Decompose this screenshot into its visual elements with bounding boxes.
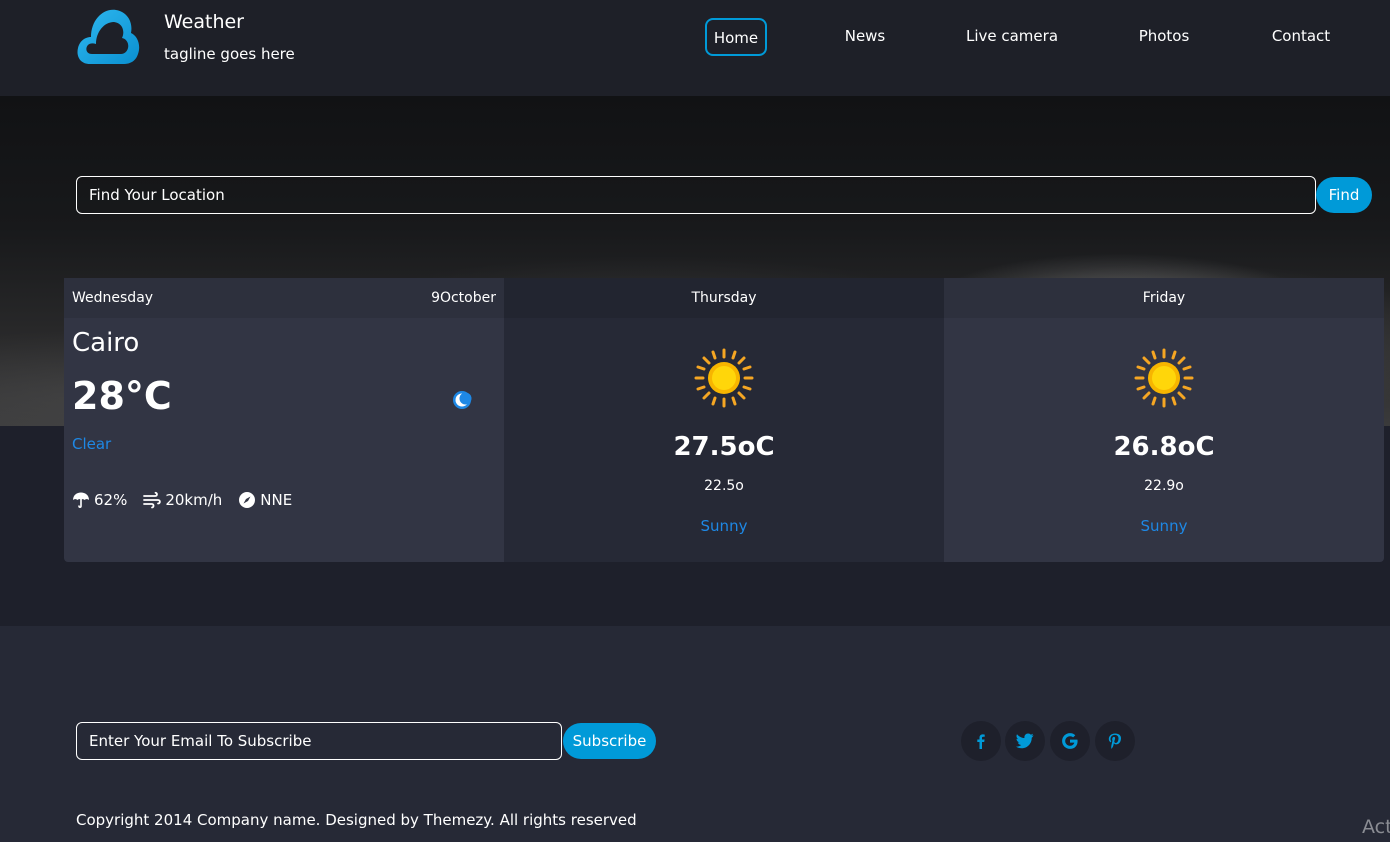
today-day: Wednesday	[72, 290, 154, 306]
subscribe-button[interactable]: Subscribe	[563, 723, 656, 759]
forecast-day: Friday	[1142, 290, 1186, 306]
humidity-stat: 62%	[72, 491, 127, 509]
site-title: Weather	[164, 11, 244, 33]
nav-photos[interactable]: Photos	[1130, 18, 1198, 56]
google-icon	[1062, 733, 1078, 749]
copyright-text: Copyright 2014 Company name. Designed by…	[76, 811, 637, 829]
nav-home[interactable]: Home	[705, 18, 767, 56]
wind-direction-stat: NNE	[238, 491, 292, 509]
forecast-card-thursday: Thursday 27.5oC 22.5o Sunny	[504, 278, 944, 562]
card-header: Wednesday 9October	[64, 278, 504, 318]
forecast-min-temp: 22.9o	[1144, 478, 1184, 494]
sun-icon	[694, 348, 754, 408]
forecast-min-temp: 22.5o	[704, 478, 744, 494]
humidity-value: 62%	[94, 491, 128, 509]
pinterest-icon	[1108, 733, 1121, 749]
cloud-logo-icon[interactable]	[76, 6, 140, 68]
wind-speed-value: 20km/h	[165, 491, 223, 509]
current-temperature: 28°C	[72, 374, 172, 418]
nav-contact[interactable]: Contact	[1264, 18, 1338, 56]
location-search-input[interactable]	[76, 176, 1316, 214]
card-header: Thursday	[504, 278, 944, 318]
forecast-max-temp: 27.5oC	[673, 432, 775, 462]
city-name: Cairo	[72, 328, 140, 358]
pinterest-link[interactable]	[1095, 721, 1135, 761]
watermark-text: Act	[1362, 816, 1390, 838]
site-tagline: tagline goes here	[164, 45, 295, 63]
subscribe-email-input[interactable]	[76, 722, 562, 760]
twitter-icon	[1016, 733, 1034, 749]
find-button[interactable]: Find	[1316, 177, 1372, 213]
umbrella-icon	[73, 492, 89, 508]
google-link[interactable]	[1050, 721, 1090, 761]
card-header: Friday	[944, 278, 1384, 318]
forecast-day: Thursday	[691, 290, 757, 306]
forecast-condition: Sunny	[700, 517, 748, 535]
forecast-card-friday: Friday 26.8oC 22.9o Sunny	[944, 278, 1384, 562]
nav-news[interactable]: News	[836, 18, 894, 56]
today-date: 9October	[431, 290, 496, 306]
nav-live-camera[interactable]: Live camera	[960, 18, 1064, 56]
site-footer: Subscribe Copyright 2014 Company name. D…	[0, 626, 1390, 842]
compass-icon	[239, 492, 256, 508]
facebook-link[interactable]	[961, 721, 1001, 761]
wind-icon	[143, 491, 162, 509]
moon-icon	[453, 391, 472, 409]
twitter-link[interactable]	[1005, 721, 1045, 761]
wind-direction-value: NNE	[260, 491, 293, 509]
wind-stat: 20km/h	[143, 491, 222, 509]
site-header: Weather tagline goes here Home News Live…	[0, 0, 1390, 96]
sun-icon	[1134, 348, 1194, 408]
forecast-max-temp: 26.8oC	[1113, 432, 1215, 462]
facebook-icon	[977, 734, 985, 749]
forecast-condition: Sunny	[1140, 517, 1188, 535]
weather-stats: 62% 20km/h NNE	[72, 489, 308, 511]
today-forecast-card: Wednesday 9October Cairo 28°C Clear 62% …	[64, 278, 504, 562]
current-condition: Clear	[72, 435, 112, 453]
